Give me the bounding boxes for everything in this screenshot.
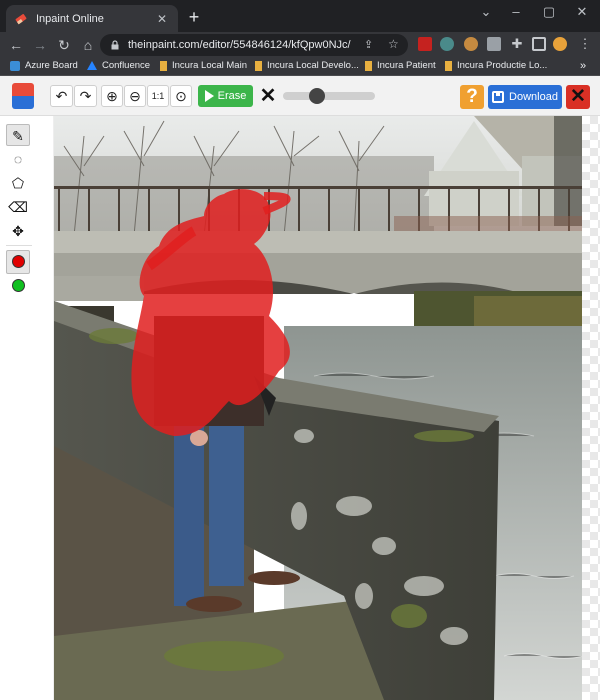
bookmark-label: Incura Local Main [172, 60, 247, 71]
incura-icon [255, 60, 262, 71]
clear-mask-button[interactable]: ✕ [259, 85, 277, 107]
play-icon [204, 90, 214, 102]
tool-separator [6, 245, 32, 246]
bookmark-incura-local-main[interactable]: Incura Local Main [160, 60, 247, 71]
bookmark-confluence[interactable]: Confluence [87, 60, 150, 71]
extension-teal-icon[interactable] [440, 37, 454, 51]
bookmark-label: Incura Productie Lo... [457, 60, 548, 71]
help-button[interactable]: ? [460, 85, 484, 109]
save-disk-icon [492, 91, 505, 103]
extension-red-icon[interactable] [418, 37, 432, 51]
bookmark-incura-productie[interactable]: Incura Productie Lo... [445, 60, 547, 71]
erase-button[interactable]: Erase [198, 85, 253, 107]
incura-icon [160, 60, 167, 71]
extensions-puzzle-icon[interactable]: ✚ [510, 37, 524, 51]
canvas-transparent-margin [582, 116, 600, 700]
omnibox[interactable]: theinpaint.com/editor/554846124/kfQpw0NJ… [100, 34, 408, 56]
zoom-fit-button[interactable]: ⊙ [170, 85, 192, 107]
profile-avatar[interactable] [553, 37, 567, 51]
brush-size-slider[interactable] [283, 92, 375, 100]
bookmark-star-icon[interactable]: ☆ [388, 37, 399, 51]
confluence-icon [87, 61, 97, 70]
image-canvas[interactable] [54, 116, 582, 700]
polygon-lasso-tool-icon[interactable]: ⬠ [6, 172, 30, 194]
download-button[interactable]: Download [488, 85, 562, 109]
inpaint-logo[interactable] [12, 83, 34, 109]
erase-label: Erase [217, 90, 247, 102]
reload-icon[interactable]: ↻ [52, 37, 76, 54]
browser-menu-icon[interactable]: ⋮ [578, 37, 592, 51]
bookmarks-overflow-chevron-icon[interactable]: » [580, 60, 586, 72]
share-icon[interactable]: ⇪ [364, 38, 373, 51]
tab-title: Inpaint Online [36, 12, 104, 25]
bookmark-incura-patient[interactable]: Incura Patient [365, 60, 436, 71]
red-marker-dot[interactable] [12, 255, 25, 268]
move-tool-icon[interactable]: ✥ [6, 220, 30, 242]
close-editor-button[interactable]: ✕ [566, 85, 590, 109]
tools-panel: ✎ ◌ ⬠ ⌫ ✥ [0, 116, 54, 700]
bookmark-label: Confluence [102, 60, 151, 71]
eraser-tool-icon[interactable]: ⌫ [6, 196, 30, 218]
side-panel-icon[interactable] [532, 37, 546, 51]
url-text: theinpaint.com/editor/554846124/kfQpw0NJ… [128, 39, 351, 51]
bookmark-label: Azure Board [25, 60, 78, 71]
redo-button[interactable]: ↷ [74, 85, 97, 107]
lasso-tool-icon[interactable]: ◌ [6, 148, 30, 170]
home-icon[interactable]: ⌂ [76, 37, 100, 53]
zoom-actual-size-button[interactable]: 1:1 [147, 85, 169, 107]
undo-button[interactable]: ↶ [50, 85, 73, 107]
back-arrow-icon[interactable]: ← [4, 37, 28, 53]
forward-arrow-icon[interactable]: → [28, 37, 52, 53]
zoom-in-button[interactable]: ⊕ [101, 85, 123, 107]
brush-size-slider-thumb[interactable] [308, 88, 325, 104]
cookie-extension-icon[interactable] [464, 37, 478, 51]
camera-extension-icon[interactable] [487, 37, 501, 51]
minimize-window-icon[interactable]: – [506, 4, 526, 19]
tab-inpaint-online[interactable]: Inpaint Online ✕ [6, 5, 178, 32]
new-tab-button[interactable]: + [185, 8, 203, 26]
bookmark-incura-local-develop[interactable]: Incura Local Develo... [255, 60, 359, 71]
marker-tool-icon[interactable]: ✎ [6, 124, 30, 146]
incura-icon [365, 60, 372, 71]
bookmarks-bar: Azure Board Confluence Incura Local Main… [0, 58, 600, 76]
azure-board-icon [10, 60, 20, 71]
download-label: Download [509, 91, 558, 103]
lock-icon [111, 40, 119, 50]
bookmark-label: Incura Patient [377, 60, 436, 71]
tab-strip: Inpaint Online ✕ + ⌄ – ▢ ✕ [0, 0, 600, 32]
tab-close-icon[interactable]: ✕ [154, 12, 170, 26]
bookmark-azure-board[interactable]: Azure Board [10, 60, 78, 71]
maximize-window-icon[interactable]: ▢ [539, 4, 559, 20]
bookmark-label: Incura Local Develo... [267, 60, 359, 71]
green-marker-dot[interactable] [12, 279, 25, 292]
eraser-favicon-icon [15, 13, 27, 24]
zoom-out-button[interactable]: ⊖ [124, 85, 146, 107]
browser-window: Inpaint Online ✕ + ⌄ – ▢ ✕ ← → ↻ ⌂ thein… [0, 0, 600, 700]
incura-icon [445, 60, 452, 71]
photo-bridge-river[interactable] [54, 116, 582, 700]
tab-search-chevron-icon[interactable]: ⌄ [476, 4, 496, 20]
close-window-icon[interactable]: ✕ [572, 4, 592, 20]
